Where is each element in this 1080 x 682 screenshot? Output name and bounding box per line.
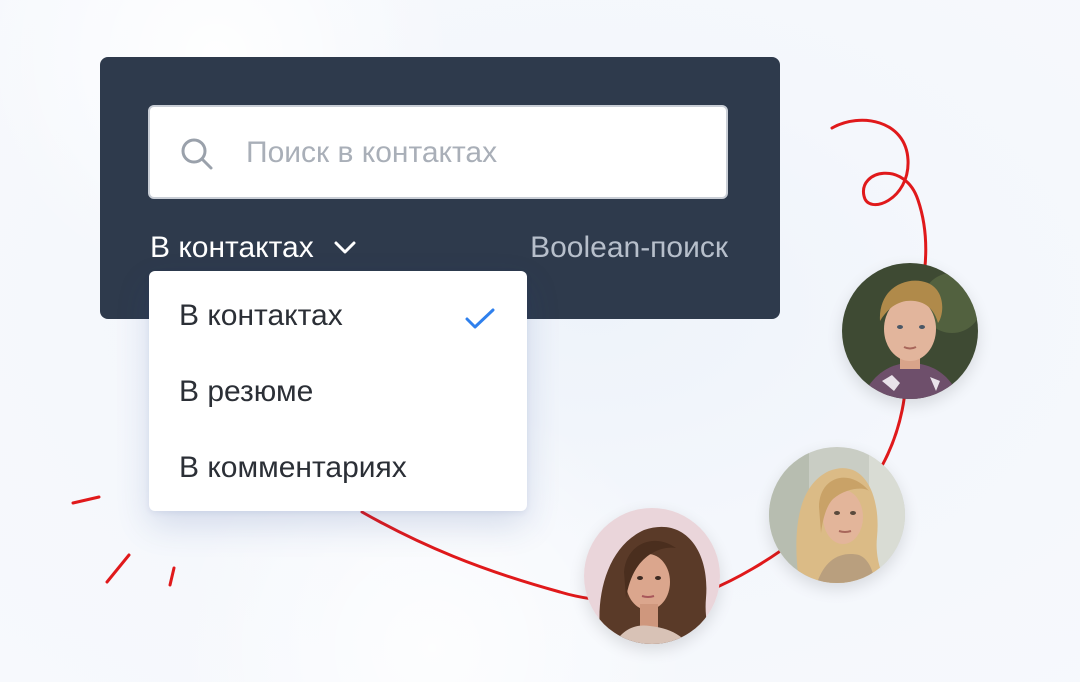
- person-photo-woman-blonde: [769, 447, 905, 583]
- boolean-search-link[interactable]: Boolean-поиск: [530, 228, 728, 268]
- menu-item-resume[interactable]: В резюме: [149, 353, 527, 431]
- scope-dropdown-menu: В контактах В резюме В комментариях: [149, 271, 527, 511]
- scope-selected-label: В контактах: [150, 231, 314, 264]
- avatar-woman-blonde: [769, 447, 905, 583]
- menu-item-comments[interactable]: В комментариях: [149, 429, 527, 507]
- accent-stroke: [105, 553, 131, 584]
- accent-stroke: [71, 495, 101, 505]
- search-icon: [181, 138, 213, 170]
- accent-stroke: [168, 566, 176, 587]
- menu-item-label: В комментариях: [179, 451, 407, 484]
- person-photo-man: [842, 263, 978, 399]
- chevron-down-icon: [334, 241, 356, 254]
- check-icon: [465, 308, 495, 329]
- person-photo-woman-brunette: [584, 508, 720, 644]
- avatar-woman-brunette: [584, 508, 720, 644]
- menu-item-contacts[interactable]: В контактах: [149, 277, 527, 355]
- search-input[interactable]: [246, 129, 706, 177]
- search-field[interactable]: [148, 105, 728, 199]
- menu-item-label: В резюме: [179, 375, 314, 408]
- scope-dropdown-toggle[interactable]: В контактах: [150, 228, 356, 268]
- avatar-man: [842, 263, 978, 399]
- menu-item-label: В контактах: [179, 299, 343, 332]
